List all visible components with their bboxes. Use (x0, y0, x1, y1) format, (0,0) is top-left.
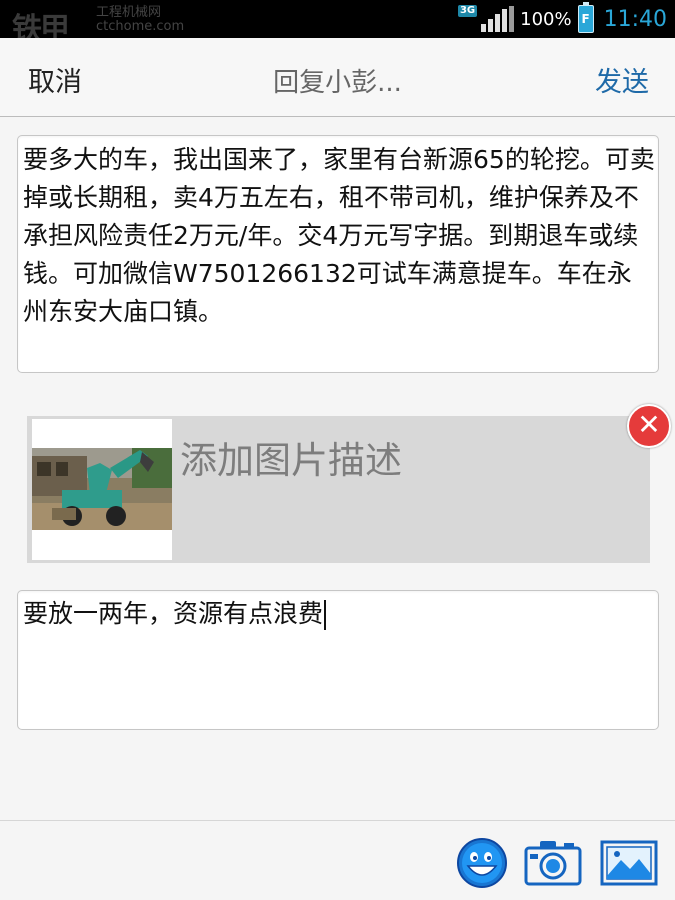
reply-content: 要放一两年，资源有点浪费 (23, 599, 324, 628)
excavator-photo (32, 448, 172, 530)
emoji-button[interactable] (454, 832, 516, 894)
camera-button[interactable] (522, 832, 584, 894)
status-icons: 3G 100% F 11:40 (457, 0, 667, 38)
gallery-button[interactable] (597, 832, 659, 894)
text-cursor (324, 600, 327, 630)
gallery-icon (600, 840, 658, 886)
remove-image-button[interactable]: ✕ (627, 404, 671, 448)
signal-icon (481, 6, 515, 32)
image-attachment: 添加图片描述 (27, 416, 650, 563)
reply-text: 要放一两年，资源有点浪费 (23, 595, 327, 633)
clock: 11:40 (603, 6, 667, 32)
watermark-url: ctchome.com (96, 19, 185, 34)
battery-icon: F (577, 2, 594, 33)
watermark-text: 工程机械网 ctchome.com (96, 6, 184, 34)
watermark-sub: 工程机械网 (96, 5, 162, 20)
emoji-icon (457, 838, 507, 888)
battery-level: 100% (520, 8, 572, 30)
compose-header: 取消 回复小彭... 发送 (0, 38, 675, 117)
status-bar: 铁甲 工程机械网 ctchome.com 3G 100% F 11:40 (0, 0, 675, 47)
quoted-post-text: 要多大的车，我出国来了，家里有台新源65的轮挖。可卖掉或长期租，卖4万五左右，租… (23, 145, 655, 326)
network-type: 3G (457, 5, 478, 17)
attachment-thumbnail[interactable] (32, 419, 172, 560)
toolbar-divider (0, 820, 675, 821)
image-description-field[interactable]: 添加图片描述 (180, 430, 402, 484)
reply-input[interactable]: 要放一两年，资源有点浪费 (17, 590, 659, 730)
camera-icon (524, 841, 582, 886)
quoted-post-box[interactable]: 要多大的车，我出国来了，家里有台新源65的轮挖。可卖掉或长期租，卖4万五左右，租… (17, 135, 659, 373)
send-button[interactable]: 发送 (595, 60, 649, 99)
close-icon: ✕ (637, 408, 661, 441)
page-title: 回复小彭... (273, 68, 402, 98)
